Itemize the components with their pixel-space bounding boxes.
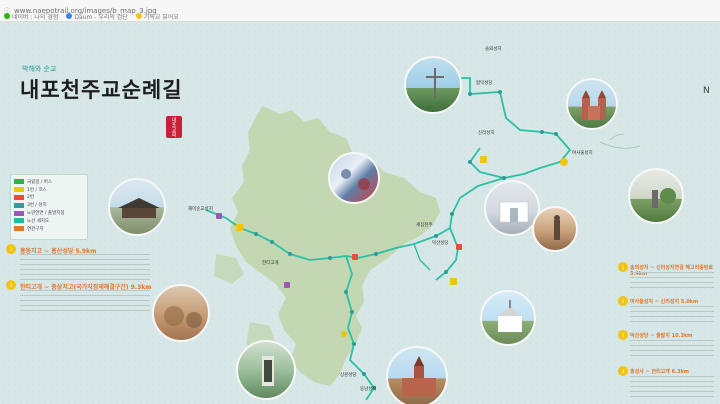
- naver-icon: [4, 13, 10, 19]
- folder-icon: [135, 13, 142, 19]
- label-yeosaul: 여사울성지: [572, 151, 593, 156]
- course-badge-4: 4: [618, 366, 628, 376]
- course-marker-5[interactable]: [341, 331, 347, 337]
- legend-item: 3번 / 성지: [14, 201, 84, 209]
- label-hapdeok: 합덕성당: [476, 81, 493, 86]
- course-marker-9[interactable]: [456, 244, 462, 250]
- label-tabli: 세심천주: [416, 223, 433, 228]
- legend-item: 2번: [14, 194, 84, 202]
- photo-statue[interactable]: [532, 206, 578, 252]
- course-marker-1[interactable]: [236, 224, 243, 231]
- legend-item: 노란연면 / 출발지점: [14, 209, 84, 217]
- bookmark-naver[interactable]: 네이버 : 나의 경험: [4, 12, 58, 21]
- course-badge-3: 3: [618, 330, 628, 340]
- legend-item: 1번 / 코스: [14, 186, 84, 194]
- daum-icon: [66, 13, 73, 19]
- course-marker-7[interactable]: [216, 213, 222, 219]
- course-badge-left-2: 2: [6, 280, 16, 290]
- course-marker-8[interactable]: [284, 282, 290, 288]
- trail-map: 솔뫼성지 합덕성당 여사울성지 신리성지 해미순교성지 한티고개 덕산성당 상원…: [0, 22, 720, 404]
- photo-sinri-wall[interactable]: [152, 284, 210, 342]
- photo-stone-monument[interactable]: [236, 340, 296, 400]
- course-desc-1: [630, 272, 714, 290]
- course-desc-2: [630, 306, 714, 322]
- map-subtitle: 박해와 순교: [22, 65, 57, 73]
- course-title-4: 홍성사 ~ 한티고개 6.3km: [630, 369, 690, 375]
- map-legend: 국립길 / 버스 1번 / 코스 2번 3번 / 성지 노란연면 / 출발지점 …: [10, 174, 88, 240]
- bookmark-bar: 네이버 : 나의 경험 Daum - 우리의 검단 기독교 뷰어요: [0, 10, 720, 22]
- photo-haemi-gate[interactable]: [108, 178, 166, 236]
- course-marker-4[interactable]: [560, 158, 568, 166]
- left-course-desc-1: [20, 254, 150, 280]
- course-badge-1: 1: [618, 262, 628, 272]
- bookmark-christian[interactable]: 기독교 뷰어요: [135, 12, 179, 21]
- legend-item: 국립길 / 버스: [14, 178, 84, 186]
- label-haemi: 해미순교성지: [188, 207, 213, 212]
- course-title-3: 덕산성당 ~ 출발지 10.3km: [630, 333, 693, 339]
- course-title-2: 여사울성지 ~ 신리성지 5.0km: [630, 299, 699, 305]
- photo-blue-tiles[interactable]: [328, 152, 380, 204]
- course-desc-3: [630, 340, 714, 358]
- course-desc-4: [630, 376, 714, 398]
- map-title: 내포천주교순례길: [20, 77, 183, 102]
- label-sinri: 신리성지: [478, 131, 495, 136]
- course-badge-2: 2: [618, 296, 628, 306]
- photo-solmoe-cross[interactable]: [404, 56, 462, 114]
- label-hwangmoo: 한티고개: [262, 261, 279, 266]
- left-course-desc-2: [20, 290, 150, 314]
- label-solmoe: 솔뫼성지: [485, 47, 502, 52]
- label-deoksan: 덕산성당: [432, 241, 449, 246]
- course-marker-3[interactable]: [480, 156, 487, 163]
- course-badge-left-1: 1: [6, 244, 16, 254]
- bookmark-daum[interactable]: Daum - 우리의 검단: [66, 12, 128, 21]
- label-seosan: 상원성당: [340, 373, 357, 378]
- photo-yeosaul-monument[interactable]: [628, 168, 684, 224]
- course-marker-6[interactable]: [352, 254, 358, 260]
- legend-item: 연관구지: [14, 225, 84, 233]
- photo-hapdeok-church[interactable]: [566, 78, 618, 130]
- photo-deoksan-church[interactable]: [386, 346, 448, 404]
- course-marker-2[interactable]: [450, 278, 457, 285]
- compass-icon: N: [703, 86, 710, 96]
- legend-item: 노선 세지도: [14, 217, 84, 225]
- title-seal: 내포교회: [166, 116, 182, 138]
- photo-sinri-chapel[interactable]: [480, 290, 536, 346]
- label-dongdu: 동남성지: [360, 387, 377, 392]
